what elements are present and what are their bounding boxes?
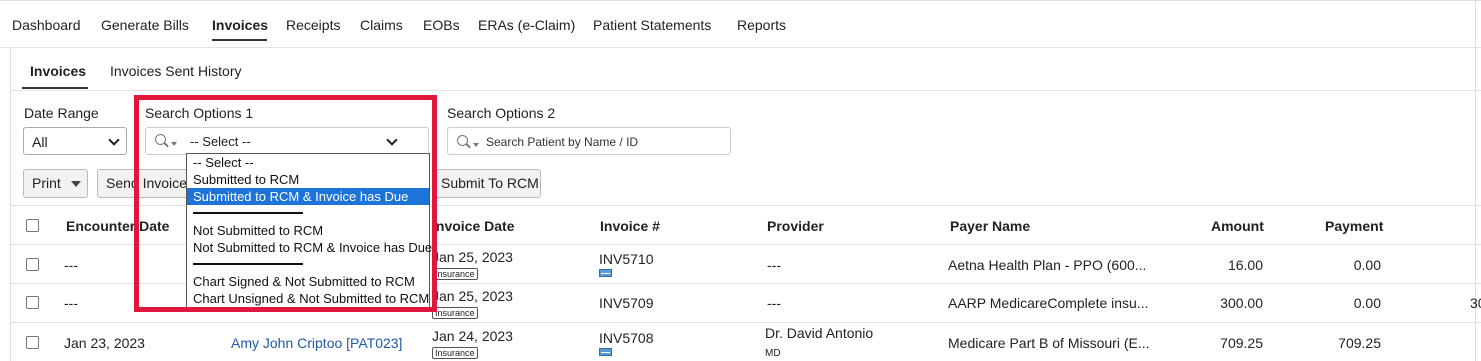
row-checkbox[interactable]: [26, 258, 39, 271]
insurance-badge: Insurance: [432, 268, 478, 280]
invoice-date-cell: Jan 25, 2023: [432, 249, 513, 265]
encounter-date-cell: ---: [64, 257, 78, 273]
encounter-date-cell: Jan 23, 2023: [64, 335, 145, 351]
nav-eobs[interactable]: EOBs: [423, 17, 460, 33]
nav-active-underline: [212, 39, 267, 41]
date-range-select[interactable]: All: [23, 127, 127, 155]
subnav-divider: [10, 90, 1481, 91]
provider-suffix: MD: [765, 348, 781, 359]
invoice-date-cell: Jan 24, 2023: [432, 328, 513, 344]
search-options-2-input[interactable]: Search Patient by Name / ID: [447, 127, 731, 155]
nav-reports[interactable]: Reports: [737, 17, 786, 33]
payment-cell: 709.25: [1338, 335, 1381, 351]
overflow-cell: 30: [1470, 295, 1481, 311]
col-payment[interactable]: Payment: [1325, 218, 1383, 234]
payment-cell: 0.00: [1353, 295, 1381, 311]
date-range-value: All: [32, 134, 48, 150]
col-amount[interactable]: Amount: [1211, 218, 1264, 234]
nav-eras[interactable]: ERAs (e-Claim): [478, 17, 575, 33]
search-icon: [457, 135, 468, 146]
invoice-card-icon[interactable]: [599, 269, 612, 277]
search-options-2-label: Search Options 2: [447, 105, 556, 121]
nav-dashboard[interactable]: Dashboard: [12, 17, 81, 33]
provider-cell: ---: [767, 257, 781, 273]
invoice-number-cell[interactable]: INV5708: [599, 330, 653, 346]
subtab-invoices-sent-history[interactable]: Invoices Sent History: [110, 63, 242, 79]
chevron-down-icon: [108, 134, 120, 146]
search-patient-placeholder: Search Patient by Name / ID: [486, 135, 639, 149]
row-divider: [10, 322, 1481, 323]
amount-cell: 16.00: [1227, 257, 1263, 273]
payment-cell: 0.00: [1353, 257, 1381, 273]
invoice-number-cell[interactable]: INV5710: [599, 251, 653, 267]
subtab-invoices[interactable]: Invoices: [30, 63, 86, 79]
col-invoice-date[interactable]: Invoice Date: [432, 218, 514, 234]
col-invoice-number[interactable]: Invoice #: [600, 218, 660, 234]
payer-cell: Aetna Health Plan - PPO (600...: [948, 257, 1147, 273]
provider-cell: ---: [767, 295, 781, 311]
encounter-date-cell: ---: [64, 295, 78, 311]
submit-to-rcm-button[interactable]: Submit To RCM: [432, 169, 541, 198]
col-provider[interactable]: Provider: [767, 218, 824, 234]
payer-cell: Medicare Part B of Missouri (E...: [948, 335, 1150, 351]
invoice-number-cell[interactable]: INV5709: [599, 295, 653, 311]
invoice-card-icon[interactable]: [599, 348, 612, 356]
date-range-label: Date Range: [24, 105, 99, 121]
invoice-date-cell: Jan 25, 2023: [432, 288, 513, 304]
caret-down-icon: [473, 143, 479, 147]
patient-link[interactable]: Amy John Criptoo [PAT023]: [231, 335, 402, 351]
payer-cell: AARP MedicareComplete insu...: [948, 295, 1149, 311]
nav-patient-statements[interactable]: Patient Statements: [593, 17, 711, 33]
amount-cell: 300.00: [1220, 295, 1263, 311]
nav-claims[interactable]: Claims: [360, 17, 403, 33]
nav-receipts[interactable]: Receipts: [286, 17, 340, 33]
subtab-active-underline: [22, 87, 88, 89]
insurance-badge: Insurance: [432, 307, 478, 319]
col-payer-name[interactable]: Payer Name: [950, 218, 1030, 234]
select-all-checkbox[interactable]: [26, 219, 39, 232]
print-button[interactable]: Print: [23, 169, 88, 198]
row-checkbox[interactable]: [26, 296, 39, 309]
caret-down-icon: [71, 181, 81, 187]
print-button-label: Print: [32, 175, 61, 191]
nav-invoices[interactable]: Invoices: [212, 17, 268, 33]
provider-cell: Dr. David Antonio: [765, 325, 874, 341]
insurance-badge: Insurance: [432, 347, 478, 359]
top-navigation: Dashboard Generate Bills Invoices Receip…: [0, 0, 1481, 48]
amount-cell: 709.25: [1220, 335, 1263, 351]
row-checkbox[interactable]: [26, 336, 39, 349]
submit-to-rcm-label: Submit To RCM: [441, 175, 539, 191]
highlight-box: [134, 95, 437, 312]
nav-generate-bills[interactable]: Generate Bills: [101, 17, 189, 33]
